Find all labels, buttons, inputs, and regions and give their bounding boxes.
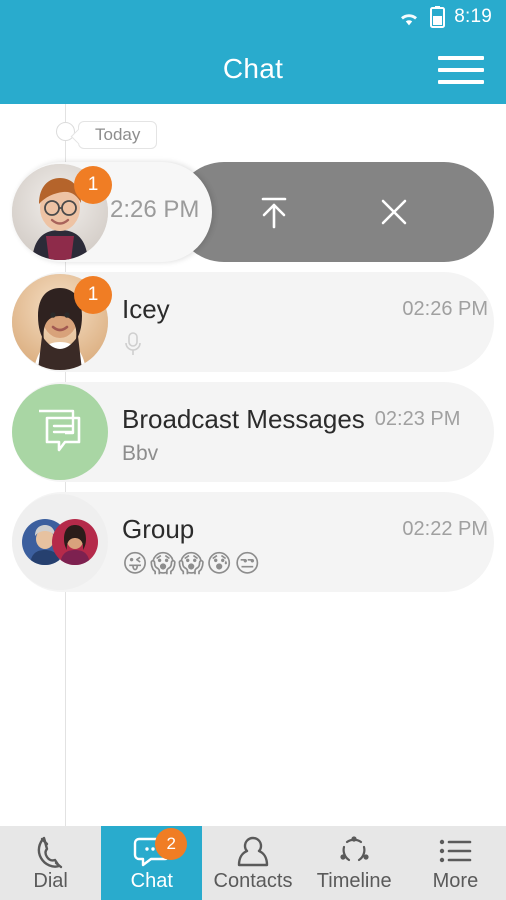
- unread-badge: 1: [74, 276, 112, 314]
- date-divider-label: Today: [78, 121, 158, 149]
- chat-row[interactable]: Group 02:22 PM 😜😱😱😰😒: [0, 492, 506, 592]
- chat-row-content: Broadcast Messages 02:23 PM Bbv: [122, 382, 488, 482]
- nav-label: Timeline: [316, 870, 392, 892]
- chat-row-preview-text: 😜😱😱😰😒: [122, 549, 263, 578]
- chat-row-name: Broadcast Messages: [122, 403, 365, 434]
- chat-row[interactable]: Broadcast Messages 02:23 PM Bbv: [0, 382, 506, 482]
- list-icon: [438, 835, 472, 869]
- nav-badge: 2: [155, 828, 188, 860]
- swipe-action-panel: [174, 162, 494, 262]
- chat-list[interactable]: Today 2:26 PM 1 1 Icey 02:26 PM Broadcas…: [0, 104, 506, 826]
- pin-to-top-button[interactable]: [244, 182, 304, 242]
- microphone-icon: [122, 331, 144, 357]
- nav-item-chat[interactable]: 2 Chat: [101, 826, 203, 900]
- chat-row-content: Group 02:22 PM 😜😱😱😰😒: [122, 492, 488, 592]
- phone-handset-icon: [35, 835, 67, 869]
- chat-row-swiped[interactable]: 2:26 PM 1: [0, 162, 506, 262]
- person-icon: [237, 835, 269, 869]
- wifi-icon: [397, 8, 421, 27]
- status-bar: 8:19: [0, 0, 506, 34]
- battery-icon: [430, 6, 446, 28]
- page-title: Chat: [222, 53, 284, 84]
- nav-item-dial[interactable]: Dial: [0, 826, 101, 900]
- chat-row-preview: 😜😱😱😰😒: [122, 550, 262, 578]
- chat-row-time: 02:23 PM: [374, 407, 461, 430]
- chat-row[interactable]: 1 Icey 02:26 PM: [0, 272, 506, 372]
- chat-row-name: Group: [122, 513, 195, 544]
- bottom-navigation: Dial 2 Chat Contacts Timeline More: [0, 826, 506, 900]
- chat-row-preview: Bbv: [122, 440, 158, 468]
- chat-row-name: Icey: [122, 293, 170, 324]
- date-divider: Today: [78, 121, 158, 149]
- chat-row-time: 02:22 PM: [402, 517, 488, 540]
- dotted-circle-icon: [337, 835, 371, 869]
- hamburger-menu-icon[interactable]: [438, 52, 484, 88]
- avatar[interactable]: [12, 494, 108, 590]
- nav-label: Dial: [33, 870, 68, 892]
- chat-row-preview-text: Bbv: [122, 442, 159, 465]
- chat-app-screen: 8:19 Chat Today 2:26 PM 1 1 Icey 02:26 P…: [0, 0, 506, 900]
- nav-label: Contacts: [213, 870, 293, 892]
- chat-row-preview: [122, 330, 144, 358]
- unread-badge: 1: [74, 166, 112, 204]
- nav-label: Chat: [130, 870, 173, 892]
- chat-row-time: 02:26 PM: [402, 297, 488, 320]
- close-x-icon[interactable]: [364, 182, 424, 242]
- nav-item-more[interactable]: More: [405, 826, 506, 900]
- nav-item-timeline[interactable]: Timeline: [304, 826, 405, 900]
- nav-item-contacts[interactable]: Contacts: [202, 826, 303, 900]
- chat-row-time: 2:26 PM: [110, 196, 200, 223]
- app-bar: Chat: [0, 34, 506, 104]
- broadcast-bubbles-icon: [33, 405, 87, 460]
- avatar[interactable]: [12, 384, 108, 480]
- status-bar-time: 8:19: [454, 6, 492, 27]
- nav-label: More: [432, 870, 479, 892]
- group-member-avatar: [52, 519, 98, 565]
- chat-row-content: Icey 02:26 PM: [122, 272, 488, 372]
